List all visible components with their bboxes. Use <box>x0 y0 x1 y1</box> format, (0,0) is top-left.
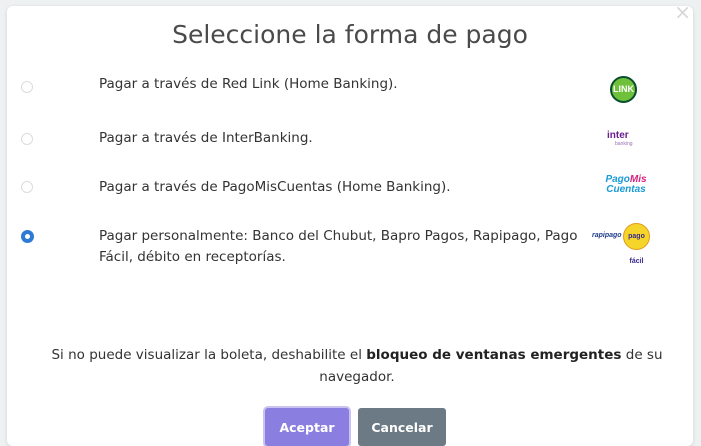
notice-prefix: Si no puede visualizar la boleta, deshab… <box>51 347 367 363</box>
payment-option-interbanking[interactable]: Pagar a través de InterBanking. inter ba… <box>7 119 693 159</box>
cancel-button[interactable]: Cancelar <box>358 408 446 446</box>
notice-bold: bloqueo de ventanas emergentes <box>366 347 622 363</box>
pagofacil-logo: pago fácil <box>623 223 650 265</box>
payment-option-red-link[interactable]: Pagar a través de Red Link (Home Banking… <box>7 66 693 106</box>
red-link-logo: LINK <box>610 76 637 103</box>
option-label-presencial: Pagar personalmente: Banco del Chubut, B… <box>99 228 578 265</box>
option-label-interbanking: Pagar a través de InterBanking. <box>99 130 313 146</box>
radio-presencial[interactable] <box>21 230 34 243</box>
radio-red-link[interactable] <box>21 81 33 93</box>
popup-blocker-notice: Si no puede visualizar la boleta, deshab… <box>37 344 677 388</box>
accept-button[interactable]: Aceptar <box>265 408 349 446</box>
payment-option-presencial[interactable]: Pagar personalmente: Banco del Chubut, B… <box>7 219 693 275</box>
close-icon[interactable]: × <box>674 2 691 22</box>
radio-pagomiscuentas[interactable] <box>21 181 33 193</box>
rapipago-logo-text: rapipago <box>592 232 622 239</box>
payment-method-dialog: × Seleccione la forma de pago Pagar a tr… <box>7 2 693 446</box>
pagomiscuentas-logo-cuentas: Cuentas <box>606 184 646 195</box>
option-label-red-link: Pagar a través de Red Link (Home Banking… <box>99 76 398 92</box>
pagomiscuentas-logo: PagoMis Cuentas <box>604 175 648 195</box>
dialog-title: Seleccione la forma de pago <box>172 20 528 49</box>
interbanking-logo-text: inter <box>607 130 629 141</box>
payment-option-pagomiscuentas[interactable]: Pagar a través de PagoMisCuentas (Home B… <box>7 169 693 209</box>
option-label-pagomiscuentas: Pagar a través de PagoMisCuentas (Home B… <box>99 179 451 195</box>
rapipago-pagofacil-logo: rapipago pago fácil <box>592 223 652 265</box>
radio-interbanking[interactable] <box>21 133 33 145</box>
interbanking-logo: inter banking <box>607 131 641 149</box>
interbanking-logo-subtext: banking <box>615 141 633 147</box>
